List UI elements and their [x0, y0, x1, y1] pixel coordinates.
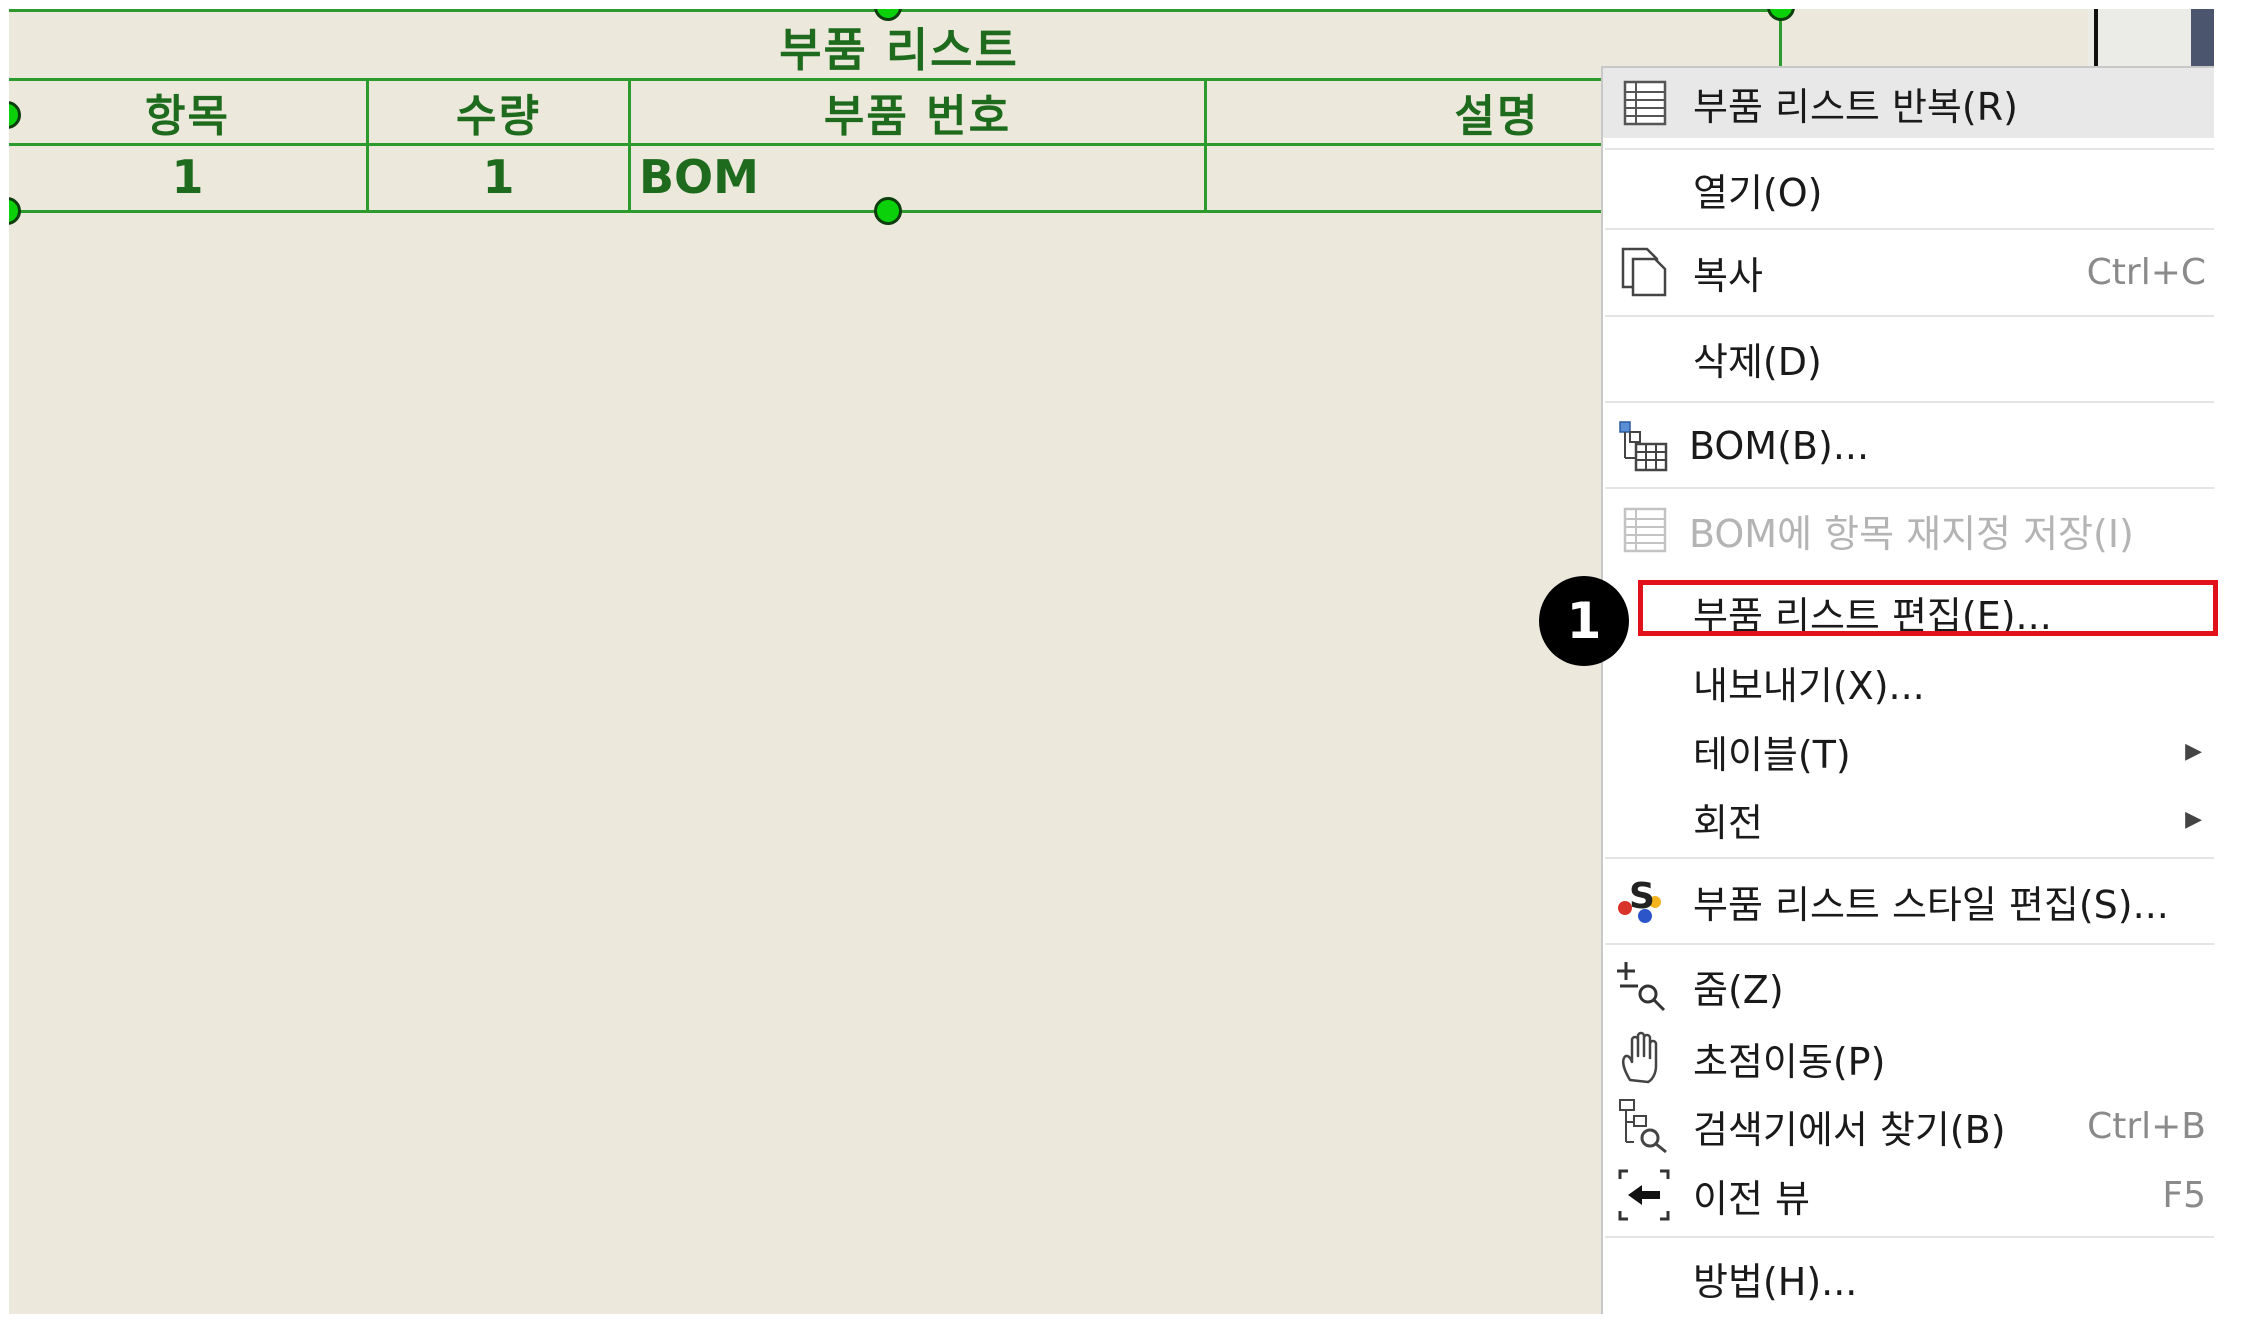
menu-item-label: 삭제(D) [1693, 339, 1822, 384]
table-border [9, 210, 1609, 213]
cell-item: 1 [171, 150, 204, 204]
menu-item-label: 부품 리스트 반복(R) [1693, 84, 2018, 129]
menu-item-label: 열기(O) [1693, 170, 1823, 215]
previous-view-icon [1613, 1164, 1675, 1226]
menu-item-label: 방법(H)... [1693, 1259, 1858, 1304]
header-quantity: 수량 [456, 91, 541, 142]
menu-item-label: 복사 [1693, 253, 1763, 298]
menu-item-label: 테이블(T) [1693, 732, 1851, 777]
menu-item-copy[interactable]: 복사 Ctrl+C [1603, 234, 2214, 310]
menu-item-bom[interactable]: BOM(B)... [1603, 406, 2214, 486]
table-grid-icon [1613, 72, 1675, 134]
menu-item-delete[interactable]: 삭제(D) [1603, 320, 2214, 396]
menu-item-how-to[interactable]: 방법(H)... [1603, 1240, 2214, 1316]
menu-item-label: 부품 리스트 스타일 편집(S)... [1693, 882, 2169, 927]
submenu-arrow-icon: ▶ [2185, 738, 2202, 764]
table-grid-icon [1613, 499, 1675, 561]
menu-item-pan[interactable]: 초점이동(P) [1603, 1024, 2214, 1092]
menu-item-zoom[interactable]: 줌(Z) [1603, 948, 2214, 1024]
bom-icon [1613, 415, 1675, 477]
menu-separator [1605, 315, 2214, 317]
menu-separator [1605, 1236, 2214, 1238]
cell-description [1207, 146, 1607, 208]
menu-item-export[interactable]: 내보내기(X)... [1603, 648, 2214, 716]
menu-item-label: 이전 뷰 [1693, 1176, 1810, 1221]
hand-pan-icon [1613, 1027, 1675, 1089]
svg-text:S: S [1629, 876, 1655, 917]
cell-part-number: BOM [639, 150, 759, 204]
menu-item-edit-style[interactable]: S 부품 리스트 스타일 편집(S)... [1603, 862, 2214, 940]
menu-item-open[interactable]: 열기(O) [1603, 154, 2214, 224]
menu-item-label: 내보내기(X)... [1693, 663, 1925, 708]
header-part-number: 부품 번호 [823, 91, 1012, 142]
menu-separator [1605, 487, 2214, 489]
highlight-box [1638, 580, 2218, 636]
shortcut-label: Ctrl+B [2087, 1105, 2206, 1147]
menu-separator [1605, 401, 2214, 403]
divider [2094, 9, 2098, 69]
menu-item-table[interactable]: 테이블(T) ▶ [1603, 716, 2214, 786]
find-in-tree-icon [1613, 1095, 1675, 1157]
context-menu: 부품 리스트 반복(R) 열기(O) 복사 Ctrl+C 삭제(D) BOM(B… [1601, 66, 2214, 1314]
menu-separator [1605, 148, 2214, 150]
menu-item-label: 줌(Z) [1693, 967, 1784, 1012]
menu-separator [1605, 943, 2214, 945]
menu-item-label: 검색기에서 찾기(B) [1693, 1107, 2006, 1152]
menu-item-label: 회전 [1693, 800, 1763, 845]
menu-item-label: 초점이동(P) [1693, 1039, 1886, 1084]
copy-icon [1613, 241, 1675, 303]
scrollbar-edge [2191, 9, 2214, 69]
menu-item-save-bom-reorder: BOM에 항목 재지정 저장(I) [1603, 492, 2214, 568]
menu-item-label: BOM에 항목 재지정 저장(I) [1689, 511, 2134, 556]
step-badge: 1 [1539, 576, 1629, 666]
shortcut-label: F5 [2162, 1174, 2206, 1216]
menu-item-find-in-tree[interactable]: 검색기에서 찾기(B) Ctrl+B [1603, 1092, 2214, 1160]
submenu-arrow-icon: ▶ [2185, 806, 2202, 832]
menu-item-label: BOM(B)... [1689, 424, 1870, 468]
style-icon: S [1613, 870, 1675, 932]
menu-separator [1605, 857, 2214, 859]
menu-item-previous-view[interactable]: 이전 뷰 F5 [1603, 1160, 2214, 1230]
menu-item-repeat-parts-list[interactable]: 부품 리스트 반복(R) [1603, 68, 2214, 138]
table-title: 부품 리스트 [779, 23, 1019, 77]
selection-handle[interactable] [874, 197, 902, 225]
header-item: 항목 [145, 91, 230, 142]
menu-item-rotate[interactable]: 회전 ▶ [1603, 786, 2214, 852]
zoom-icon [1613, 955, 1675, 1017]
cell-quantity: 1 [482, 150, 515, 204]
shortcut-label: Ctrl+C [2086, 251, 2206, 293]
menu-separator [1605, 228, 2214, 230]
